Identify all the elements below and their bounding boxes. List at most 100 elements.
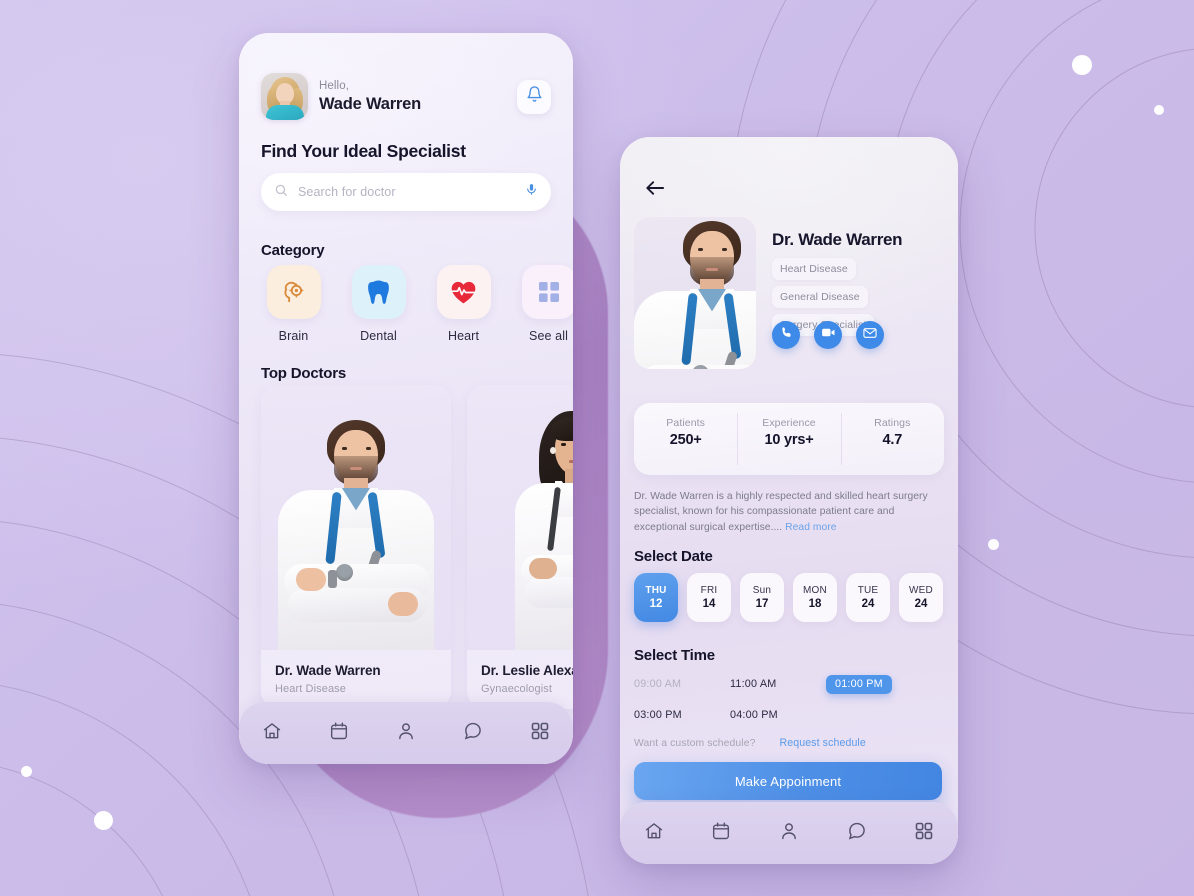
read-more-link[interactable]: Read more xyxy=(785,522,836,533)
request-schedule-link[interactable]: Request schedule xyxy=(779,737,865,749)
nav-profile[interactable] xyxy=(774,818,804,848)
grid-icon xyxy=(914,821,934,846)
greeting-text: Hello, xyxy=(319,80,350,92)
make-appointment-button[interactable]: Make Appoinment xyxy=(634,762,942,800)
date-day: MON xyxy=(803,585,827,596)
brain-icon xyxy=(266,265,321,319)
category-item-see-all[interactable]: See all xyxy=(515,265,573,343)
doctor-card[interactable]: Dr. Wade Warren Heart Disease xyxy=(261,385,451,709)
select-time-title: Select Time xyxy=(634,647,715,664)
phone-home-screen: Hello, Wade Warren Find Your Ideal Speci… xyxy=(239,33,573,764)
doctor-photo xyxy=(634,217,756,369)
phone-doctor-detail-screen: Dr. Wade Warren Heart Disease General Di… xyxy=(620,137,958,864)
date-number: 24 xyxy=(914,598,928,610)
date-chip[interactable]: FRI 14 xyxy=(687,573,731,622)
calendar-icon xyxy=(329,721,349,746)
date-number: 14 xyxy=(702,598,716,610)
category-item-brain[interactable]: Brain xyxy=(260,265,327,343)
nav-home[interactable] xyxy=(257,718,287,748)
chat-icon xyxy=(847,821,867,846)
nav-chat[interactable] xyxy=(842,818,872,848)
category-label: Heart xyxy=(447,329,480,343)
specialty-tag[interactable]: General Disease xyxy=(772,286,868,308)
person-icon xyxy=(779,821,799,846)
category-item-dental[interactable]: Dental xyxy=(345,265,412,343)
time-slot[interactable]: 04:00 PM xyxy=(730,706,826,724)
home-header: Hello, Wade Warren xyxy=(261,73,551,120)
time-row: 09:00 AM 11:00 AM 01:00 PM xyxy=(634,675,934,694)
stats-panel: Patients 250+ Experience 10 yrs+ Ratings… xyxy=(634,403,944,475)
time-picker: 09:00 AM 11:00 AM 01:00 PM 03:00 PM 04:0… xyxy=(634,675,934,736)
grid-icon xyxy=(521,265,573,319)
nav-more[interactable] xyxy=(909,818,939,848)
time-slot-selected[interactable]: 01:00 PM xyxy=(826,675,892,694)
date-picker: THU 12 FRI 14 Sun 17 MON 18 TUE 24 WED 2… xyxy=(634,573,943,622)
nav-calendar[interactable] xyxy=(706,818,736,848)
stat-label: Patients xyxy=(666,417,706,429)
date-chip[interactable]: Sun 17 xyxy=(740,573,784,622)
date-chip[interactable]: THU 12 xyxy=(634,573,678,622)
specialty-tag[interactable]: Heart Disease xyxy=(772,258,856,280)
doctor-card[interactable]: Dr. Leslie Alexander Gynaecologist xyxy=(467,385,573,709)
date-day: WED xyxy=(909,585,933,596)
avatar[interactable] xyxy=(261,73,308,120)
doctor-bio: Dr. Wade Warren is a highly respected an… xyxy=(634,489,948,535)
call-button[interactable] xyxy=(772,321,800,349)
custom-schedule-question: Want a custom schedule? xyxy=(634,737,756,749)
search-icon xyxy=(274,183,288,202)
doctor-photo xyxy=(261,385,451,650)
stat-label: Ratings xyxy=(874,417,911,429)
category-label: Brain xyxy=(278,329,309,343)
nav-profile[interactable] xyxy=(391,718,421,748)
bottom-navigation xyxy=(620,802,958,864)
custom-schedule-row: Want a custom schedule? Request schedule xyxy=(634,737,866,749)
date-number: 18 xyxy=(808,598,822,610)
microphone-icon[interactable] xyxy=(525,182,538,202)
category-item-heart[interactable]: Heart xyxy=(430,265,497,343)
nav-home[interactable] xyxy=(639,818,669,848)
stat-value: 10 yrs+ xyxy=(764,432,814,448)
user-name: Wade Warren xyxy=(319,95,422,113)
notification-button[interactable] xyxy=(517,79,551,114)
page-title: Find Your Ideal Specialist xyxy=(261,141,466,161)
heart-icon xyxy=(436,265,491,319)
calendar-icon xyxy=(711,821,731,846)
stat-label: Experience xyxy=(762,417,816,429)
back-button[interactable] xyxy=(642,177,668,203)
time-row: 03:00 PM 04:00 PM xyxy=(634,706,934,724)
stat-experience: Experience 10 yrs+ xyxy=(737,403,840,475)
top-doctors-title: Top Doctors xyxy=(261,365,347,382)
contact-actions xyxy=(772,321,884,349)
page-background xyxy=(0,0,1194,896)
doctor-card-list: Dr. Wade Warren Heart Disease Dr. Leslie… xyxy=(261,385,573,709)
person-icon xyxy=(396,721,416,746)
date-chip[interactable]: MON 18 xyxy=(793,573,837,622)
search-input[interactable]: Search for doctor xyxy=(261,173,551,211)
bottom-navigation xyxy=(239,702,573,764)
doctor-photo xyxy=(467,385,573,650)
date-number: 24 xyxy=(861,598,875,610)
time-slot[interactable]: 11:00 AM xyxy=(730,675,826,694)
decor-dot xyxy=(988,539,999,550)
nav-calendar[interactable] xyxy=(324,718,354,748)
category-list: Brain Dental Heart See all xyxy=(260,265,573,343)
stat-value: 250+ xyxy=(669,432,702,448)
message-button[interactable] xyxy=(856,321,884,349)
home-icon xyxy=(262,721,282,746)
date-chip[interactable]: WED 24 xyxy=(899,573,943,622)
home-icon xyxy=(644,821,664,846)
video-call-button[interactable] xyxy=(814,321,842,349)
date-chip[interactable]: TUE 24 xyxy=(846,573,890,622)
time-slot[interactable]: 09:00 AM xyxy=(634,675,730,694)
nav-more[interactable] xyxy=(525,718,555,748)
grid-icon xyxy=(530,721,550,746)
date-day: THU xyxy=(645,585,667,596)
mail-icon xyxy=(863,326,877,344)
doctor-name: Dr. Leslie Alexander xyxy=(481,663,573,678)
bell-icon xyxy=(526,85,543,108)
stat-ratings: Ratings 4.7 xyxy=(840,403,944,475)
phone-icon xyxy=(780,326,793,344)
time-slot[interactable]: 03:00 PM xyxy=(634,706,730,724)
nav-chat[interactable] xyxy=(458,718,488,748)
back-arrow-icon xyxy=(644,179,666,202)
